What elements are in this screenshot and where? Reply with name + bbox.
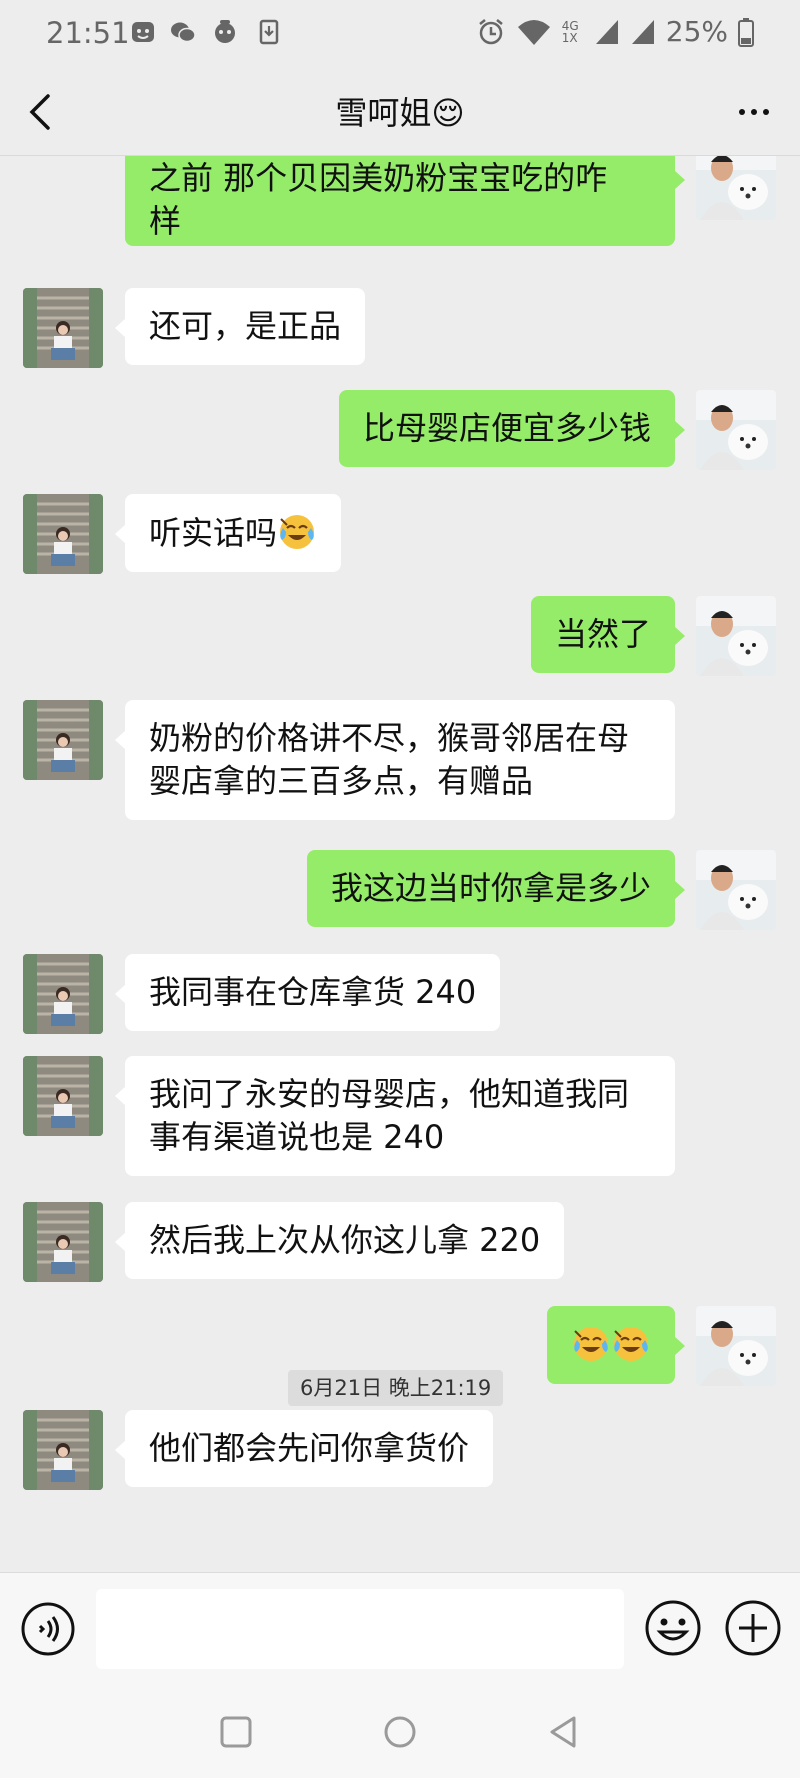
wifi-icon [517,19,550,45]
contact-avatar[interactable] [23,288,103,368]
contact-avatar[interactable] [23,494,103,574]
avatar-man-with-dog-icon [696,850,776,930]
avatar-man-with-dog-icon [696,596,776,676]
avatar-man-with-dog-icon [696,390,776,470]
contact-avatar[interactable] [23,954,103,1034]
contact-avatar[interactable] [23,1202,103,1282]
signal-icon-1 [595,19,618,44]
message-bubble[interactable]: 当然了 [530,596,686,673]
battery-percent: 25% [665,15,728,48]
mascot-notification-icon [215,20,235,43]
battery-icon [738,17,754,47]
plus-icon[interactable] [724,1599,782,1657]
message-timestamp: 6月21日 晚上21:19 [288,1370,504,1406]
emoji-picker-icon[interactable] [644,1599,702,1657]
chat-title: 雪呵姐😌 [335,94,465,132]
status-right: 4G 1X 25% [476,15,754,48]
message-bubble[interactable]: 我问了永安的母婴店，他知道我同 事有渠道说也是 240 [115,1056,675,1176]
my-avatar[interactable] [696,390,776,470]
recents-icon[interactable] [216,1712,256,1752]
alarm-icon [478,18,503,44]
avatar-man-with-dog-icon [696,156,776,220]
message-bubble[interactable]: 他们都会先问你拿货价 [114,1410,494,1487]
download-icon [259,19,279,45]
avatar-girl-on-steps-icon [23,288,103,368]
chat-header: 雪呵姐😌 [0,68,800,156]
my-avatar[interactable] [696,1306,776,1386]
my-avatar[interactable] [696,596,776,676]
back-nav-icon[interactable] [544,1712,584,1752]
face-with-tears-of-joy-icon [574,1327,608,1361]
status-time: 21:51 [46,16,130,50]
message-input[interactable] [96,1589,624,1669]
message-text: 听实话吗 [149,514,278,552]
home-icon[interactable] [380,1712,420,1752]
face-with-tears-of-joy-icon [280,515,315,549]
message-bubble[interactable]: 之前 那个贝因美奶粉宝宝吃的咋 样 [125,156,685,246]
my-avatar[interactable] [696,156,776,220]
message-bubble[interactable]: 我同事在仓库拿货 240 [114,954,501,1031]
my-avatar[interactable] [696,850,776,930]
contact-avatar[interactable] [23,1410,103,1490]
chat-screen: 21:51 4G 1X 25% 雪呵姐😌 之前 那个贝因美奶粉宝宝吃的咋 样 还… [0,0,800,1778]
message-bubble[interactable] [547,1306,685,1384]
avatar-girl-on-steps-icon [23,954,103,1034]
avatar-girl-on-steps-icon [23,1410,103,1490]
contact-avatar[interactable] [23,700,103,780]
system-nav-bar [0,1688,800,1778]
message-list[interactable]: 之前 那个贝因美奶粉宝宝吃的咋 样 还可，是正品 比母婴店便宜多少钱 听实话吗 … [0,156,800,1572]
message-bubble[interactable]: 奶粉的价格讲不尽，猴哥邻居在母 婴店拿的三百多点，有赠品 [115,700,675,820]
network-type: 4G 1X [561,18,579,45]
message-bubble[interactable]: 还可，是正品 [114,288,366,365]
message-bubble[interactable]: 听实话吗 [114,494,342,572]
contact-avatar[interactable] [23,1056,103,1136]
status-bar: 21:51 4G 1X 25% [0,0,800,68]
message-bubble[interactable]: 然后我上次从你这儿拿 220 [114,1202,565,1279]
more-options-icon[interactable] [732,92,776,132]
avatar-girl-on-steps-icon [23,1056,103,1136]
avatar-man-with-dog-icon [696,1306,776,1386]
app-notification-icon [132,22,154,42]
signal-icon-2 [631,19,654,44]
voice-input-icon[interactable] [20,1601,76,1657]
input-bar [0,1572,800,1688]
avatar-girl-on-steps-icon [23,1202,103,1282]
wechat-icon [171,22,196,43]
avatar-girl-on-steps-icon [23,494,103,574]
message-bubble[interactable]: 比母婴店便宜多少钱 [338,390,686,467]
message-bubble[interactable]: 我这边当时你拿是多少 [306,850,686,927]
face-with-tears-of-joy-icon [614,1327,648,1361]
avatar-girl-on-steps-icon [23,700,103,780]
